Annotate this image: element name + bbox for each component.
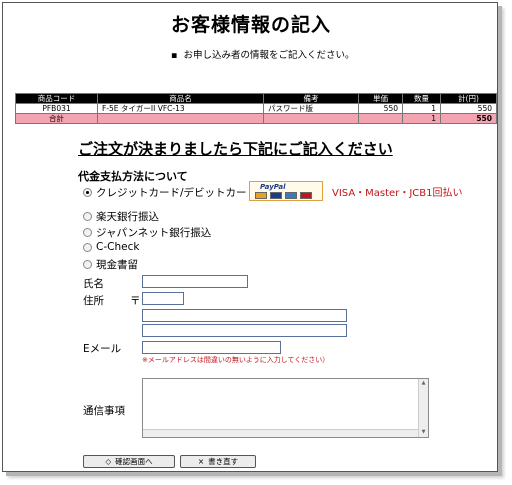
card-icon: [300, 192, 312, 199]
paypal-logo-text: PayPal: [260, 183, 286, 191]
radio-button-selected[interactable]: [83, 188, 92, 197]
instruction-note: ▪ お申し込み者の情報をご記入ください。: [171, 47, 354, 61]
accepted-cards-text: VISA・Master・JCB1回払い: [332, 188, 463, 199]
payment-option-label: クレジットカード/デビットカード: [96, 187, 258, 199]
email-warning: ※メールアドレスは間違いの無いように入力してください）: [142, 356, 330, 364]
cross-icon: ×: [197, 457, 205, 466]
horizontal-scrollbar[interactable]: [143, 429, 418, 437]
column-header: 商品名: [97, 93, 264, 104]
bullet-icon: ▪: [171, 50, 178, 61]
name-label: 氏名: [83, 278, 104, 290]
column-header: 備考: [263, 93, 359, 104]
order-table: 商品コード 商品名 備考 単価 数量 計(円) PFB031 F-5E タイガー…: [15, 93, 497, 124]
page-title: お客様情報の記入: [170, 14, 331, 36]
product-code-cell: PFB031: [15, 103, 98, 114]
total-quantity-cell: 1: [402, 113, 441, 124]
payment-option-ccheck[interactable]: C-Check: [83, 241, 139, 253]
empty-cell: [358, 113, 403, 124]
payment-option-rakuten[interactable]: 楽天銀行振込: [83, 209, 159, 224]
message-textarea[interactable]: ▲ ▼: [142, 378, 429, 438]
radio-button[interactable]: [83, 260, 92, 269]
empty-cell: [97, 113, 264, 124]
address-input-2[interactable]: [142, 324, 347, 337]
radio-button[interactable]: [83, 228, 92, 237]
payment-option-label: C-Check: [96, 241, 140, 253]
empty-cell: [263, 113, 359, 124]
scroll-up-icon[interactable]: ▲: [420, 380, 427, 387]
product-name-cell: F-5E タイガーII VFC-13: [97, 103, 264, 114]
card-icon: [270, 192, 282, 199]
payment-option-japannet[interactable]: ジャパンネット銀行振込: [83, 225, 211, 240]
email-label: Eメール: [83, 343, 122, 355]
reset-button-label: 書き直す: [208, 457, 239, 466]
reset-button[interactable]: × 書き直す: [180, 455, 256, 468]
remarks-cell: パスワード版: [263, 103, 359, 114]
payment-option-cash[interactable]: 現金書留: [83, 257, 138, 272]
payment-option-label: ジャパンネット銀行振込: [96, 227, 212, 239]
payment-option-label: 楽天銀行振込: [96, 211, 159, 223]
radio-button[interactable]: [83, 212, 92, 221]
instruction-text: お申し込み者の情報をご記入ください。: [183, 50, 355, 61]
column-header: 単価: [358, 93, 403, 104]
column-header: 数量: [402, 93, 441, 104]
total-label-cell: 合計: [15, 113, 98, 124]
email-input[interactable]: [142, 341, 281, 354]
payment-option-credit[interactable]: クレジットカード/デビットカード: [83, 185, 257, 200]
name-input[interactable]: [142, 275, 248, 288]
payment-method-title: 代金支払方法について: [78, 170, 188, 183]
address-label: 住所: [83, 295, 104, 307]
unit-price-cell: 550: [358, 103, 403, 114]
card-icon: [285, 192, 297, 199]
column-header: 商品コード: [15, 93, 98, 104]
payment-option-label: 現金書留: [96, 259, 138, 271]
paypal-logo: PayPal: [249, 181, 323, 201]
column-header: 計(円): [440, 93, 497, 104]
message-label: 通信事項: [83, 405, 125, 417]
total-row: 合計 1 550: [15, 113, 497, 124]
address-input-1[interactable]: [142, 309, 347, 322]
table-header-row: 商品コード 商品名 備考 単価 数量 計(円): [15, 93, 497, 104]
confirm-button-label: 確認画面へ: [115, 457, 153, 466]
card-icon: [255, 192, 267, 199]
vertical-scrollbar[interactable]: ▲ ▼: [418, 379, 428, 437]
total-amount-cell: 550: [440, 113, 497, 124]
quantity-cell: 1: [402, 103, 441, 114]
diamond-icon: ◇: [105, 457, 112, 466]
confirm-button[interactable]: ◇ 確認画面へ: [83, 455, 175, 468]
order-instruction-heading: ご注文が決まりましたら下記にご記入ください: [78, 140, 393, 158]
postal-mark: 〒: [130, 295, 141, 307]
radio-button[interactable]: [83, 242, 92, 252]
table-row: PFB031 F-5E タイガーII VFC-13 パスワード版 550 1 5…: [15, 103, 497, 114]
scroll-down-icon[interactable]: ▼: [420, 429, 427, 436]
subtotal-cell: 550: [440, 103, 497, 114]
page-frame: お客様情報の記入 ▪ お申し込み者の情報をご記入ください。 商品コード 商品名 備…: [2, 2, 498, 472]
postal-code-input[interactable]: [142, 292, 184, 305]
